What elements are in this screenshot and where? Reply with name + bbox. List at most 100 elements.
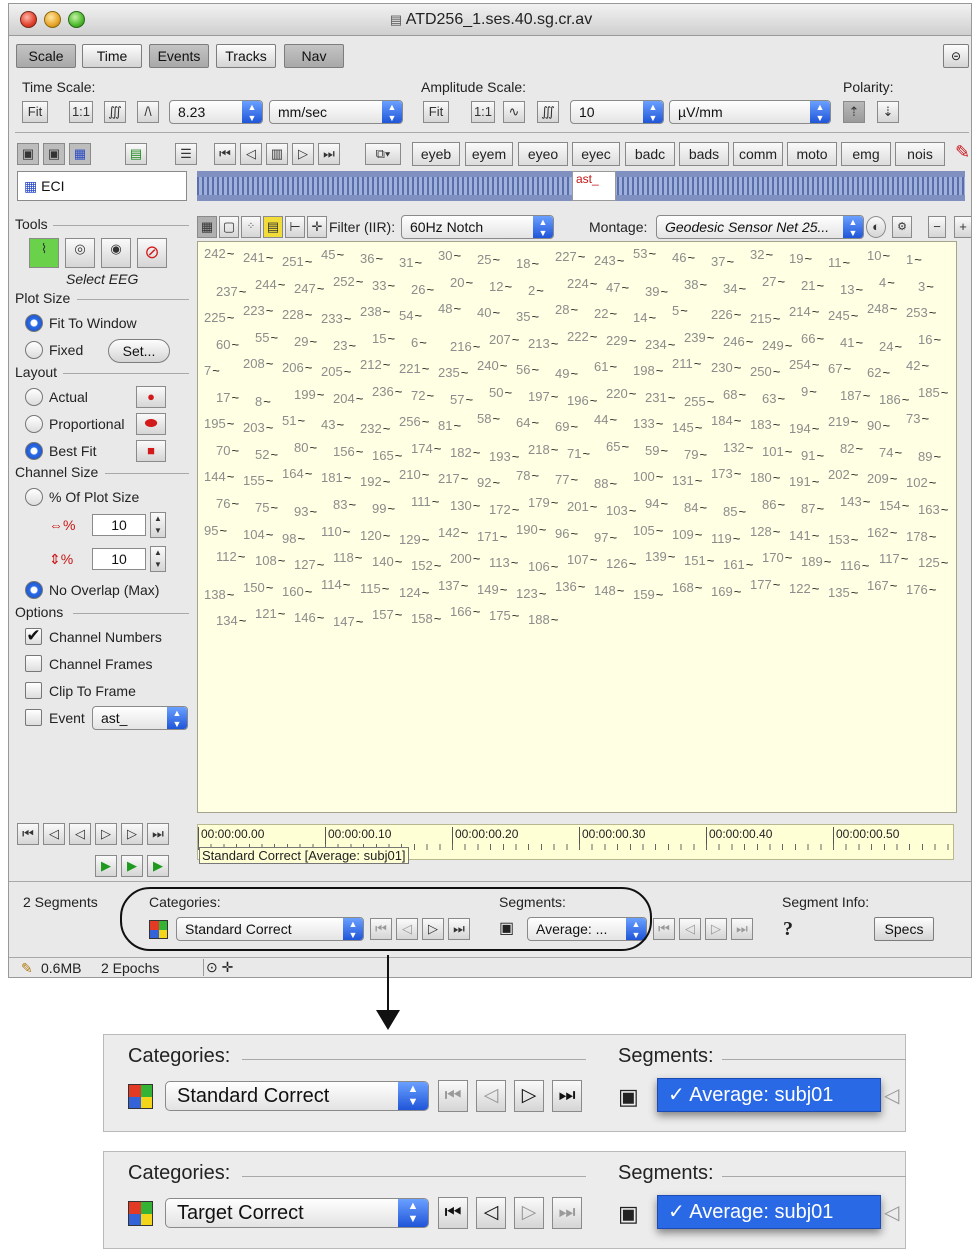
channel-trace[interactable]: 125 [918, 556, 948, 569]
channel-trace[interactable]: 255 [684, 395, 714, 408]
crosshair-icon[interactable]: ✛ [307, 216, 327, 238]
channel-trace[interactable]: 236 [372, 385, 402, 398]
channel-trace[interactable]: 43 [321, 418, 344, 431]
channel-trace[interactable]: 120 [360, 529, 390, 542]
montage-select[interactable]: Geodesic Sensor Net 25... ▲ ▼ [656, 215, 864, 239]
channel-trace[interactable]: 116 [840, 559, 869, 572]
highlight-icon[interactable]: ▤ [263, 216, 283, 238]
clip-to-frame-checkbox[interactable] [25, 682, 42, 699]
channel-trace[interactable]: 97 [594, 531, 617, 544]
tab-events[interactable]: Events [149, 44, 209, 68]
channel-trace[interactable]: 56 [516, 363, 539, 376]
channel-trace[interactable]: 42 [906, 359, 929, 372]
channel-plot[interactable]: 2422412514536313025182272435346373219111… [197, 241, 957, 813]
channel-trace[interactable]: 163 [918, 503, 948, 516]
channel-trace[interactable]: 249 [762, 339, 792, 352]
channel-trace[interactable]: 36 [360, 252, 383, 265]
timeline[interactable]: 00:00:00.00 00:00:00.10 00:00:00.20 00:0… [197, 824, 955, 864]
channel-trace[interactable]: 124 [399, 586, 429, 599]
channel-trace[interactable]: 190 [516, 523, 546, 536]
channel-trace[interactable]: 176 [906, 583, 936, 596]
channel-trace[interactable]: 71 [567, 447, 590, 460]
cursor-icon[interactable]: ⊙ ✛ [203, 959, 233, 976]
channel-trace[interactable]: 88 [594, 477, 617, 490]
channel-trace[interactable]: 150 [243, 581, 273, 594]
zoom-seg-prev-icon[interactable]: ◁ [884, 1200, 899, 1225]
channel-trace[interactable]: 256 [399, 415, 429, 428]
channel-trace[interactable]: 133 [633, 417, 663, 430]
event-tab-comm[interactable]: comm [733, 142, 783, 166]
channel-trace[interactable]: 170 [762, 551, 792, 564]
channel-trace[interactable]: 21 [801, 279, 824, 292]
channel-trace[interactable]: 229 [606, 334, 636, 347]
channel-trace[interactable]: 9 [801, 385, 817, 398]
channel-trace[interactable]: 77 [555, 473, 578, 486]
channel-trace[interactable]: 242 [204, 247, 234, 260]
time-fit-button[interactable]: Fit [22, 101, 48, 123]
channel-trace[interactable]: 139 [645, 550, 675, 563]
channel-trace[interactable]: 158 [411, 612, 441, 625]
channel-trace[interactable]: 70 [216, 444, 239, 457]
channel-trace[interactable]: 19 [789, 252, 812, 265]
channel-trace[interactable]: 252 [333, 275, 363, 288]
channel-trace[interactable]: 199 [294, 388, 324, 401]
channel-trace[interactable]: 104 [243, 528, 273, 541]
specs-button[interactable]: Specs [874, 917, 934, 941]
channel-trace[interactable]: 136 [555, 580, 585, 593]
play-loop-icon[interactable]: ▶ [121, 855, 143, 877]
stop-icon[interactable]: ⊘ [137, 238, 167, 268]
first-icon[interactable]: ⏮ [214, 143, 236, 165]
channel-trace[interactable]: 173 [711, 467, 741, 480]
channel-trace[interactable]: 40 [477, 306, 500, 319]
align-icon[interactable]: ⊢ [285, 216, 305, 238]
channel-trace[interactable]: 45 [321, 248, 344, 261]
channel-trace[interactable]: 32 [750, 248, 773, 261]
channel-trace[interactable]: 138 [204, 588, 234, 601]
channel-trace[interactable]: 194 [789, 422, 819, 435]
channel-trace[interactable]: 134 [216, 614, 246, 627]
channel-trace[interactable]: 51 [282, 414, 305, 427]
width-field[interactable]: 10 [92, 514, 146, 536]
event-tab-moto[interactable]: moto [787, 142, 837, 166]
channel-trace[interactable]: 193 [489, 450, 519, 463]
channel-trace[interactable]: 25 [477, 253, 500, 266]
channel-trace[interactable]: 167 [867, 579, 897, 592]
no-overlap-radio[interactable] [25, 581, 43, 599]
channel-trace[interactable]: 191 [789, 475, 819, 488]
width-stepper[interactable]: ▲ ▼ [150, 512, 166, 538]
channel-trace[interactable]: 31 [399, 256, 422, 269]
track-name-field[interactable]: ▦ ECI [17, 171, 187, 201]
channel-trace[interactable]: 100 [633, 470, 663, 483]
tab-scale[interactable]: Scale [16, 44, 76, 68]
channel-trace[interactable]: 223 [243, 304, 273, 317]
channel-trace[interactable]: 177 [750, 578, 780, 591]
channel-trace[interactable]: 112 [216, 550, 245, 563]
channel-trace[interactable]: 74 [879, 446, 902, 459]
channel-trace[interactable]: 46 [672, 251, 695, 264]
montage-settings-icon[interactable]: ⚙ [892, 216, 912, 238]
channel-trace[interactable]: 39 [645, 285, 668, 298]
nav-prev-icon[interactable]: ◁ [69, 823, 91, 845]
channel-trace[interactable]: 132 [723, 441, 753, 454]
channel-trace[interactable]: 222 [567, 330, 597, 343]
next-icon[interactable]: ▷ [292, 143, 314, 165]
channel-trace[interactable]: 108 [255, 554, 285, 567]
channel-trace[interactable]: 210 [399, 468, 429, 481]
time-scale-select[interactable]: 8.23 ▲ ▼ [169, 100, 263, 124]
channel-trace[interactable]: 93 [294, 505, 317, 518]
channel-trace[interactable]: 131 [672, 474, 702, 487]
channel-trace[interactable]: 244 [255, 278, 285, 291]
channel-trace[interactable]: 82 [840, 442, 863, 455]
channel-trace[interactable]: 185 [918, 386, 948, 399]
channel-trace[interactable]: 83 [333, 498, 356, 511]
zoom-cat-prev-icon[interactable]: ◁ [476, 1197, 506, 1229]
channel-trace[interactable]: 144 [204, 470, 234, 483]
view-mode-1-icon[interactable]: ▣ [17, 143, 39, 165]
channel-trace[interactable]: 205 [321, 365, 351, 378]
channel-trace[interactable]: 4 [879, 276, 895, 289]
filter-select[interactable]: 60Hz Notch ▲ ▼ [401, 215, 554, 239]
channel-trace[interactable]: 179 [528, 496, 558, 509]
height-field[interactable]: 10 [92, 548, 146, 570]
channel-trace[interactable]: 247 [294, 282, 324, 295]
copy-icon[interactable]: ⧉▾ [365, 143, 401, 165]
